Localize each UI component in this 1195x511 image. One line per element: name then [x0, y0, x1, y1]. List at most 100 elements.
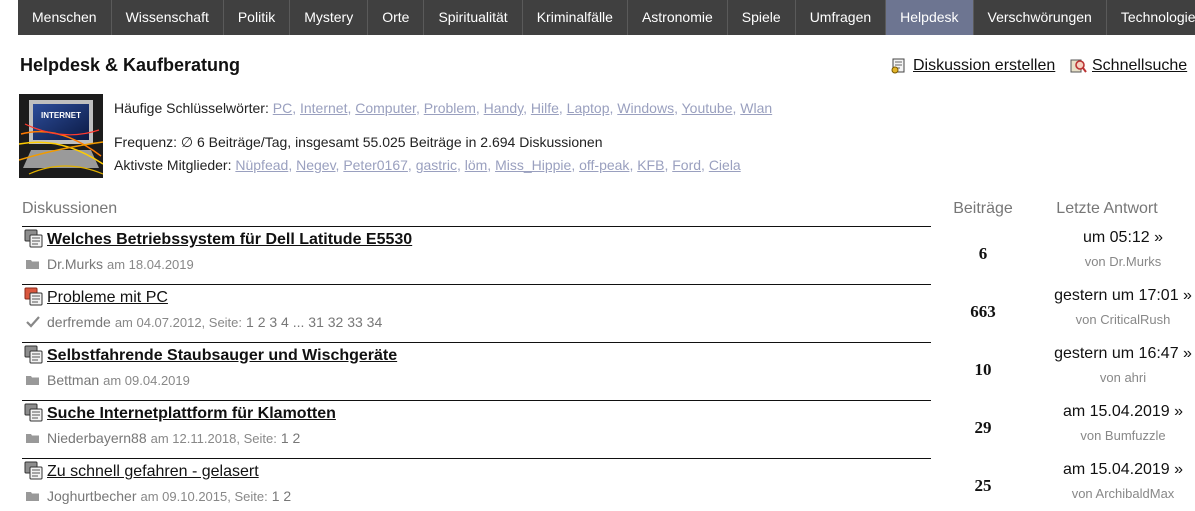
keyword-link[interactable]: Hilfe: [531, 100, 559, 116]
check-icon: [26, 316, 40, 328]
author-link[interactable]: Dr.Murks: [47, 256, 103, 272]
nav-item-spiele[interactable]: Spiele: [728, 0, 796, 35]
author-link[interactable]: Niederbayern88: [47, 430, 147, 446]
author-link[interactable]: derfremde: [47, 314, 111, 330]
nav-item-spiritualität[interactable]: Spiritualität: [424, 0, 523, 35]
start-date: am 09.04.2019: [103, 372, 190, 388]
keyword-link[interactable]: Problem: [424, 100, 476, 116]
last-reply-author[interactable]: von ArchibaldMax: [1030, 486, 1195, 501]
last-reply-link[interactable]: am 15.04.2019 »: [1030, 403, 1195, 421]
nav-item-umfragen[interactable]: Umfragen: [796, 0, 887, 35]
post-count: 10: [974, 360, 992, 379]
discussion-title-link[interactable]: Probleme mit PC: [47, 289, 168, 307]
frequency-text: Frequenz: ∅ 6 Beiträge/Tag, insgesamt 55…: [114, 134, 603, 150]
nav-item-menschen[interactable]: Menschen: [18, 0, 112, 35]
create-discussion-label: Diskussion erstellen: [913, 57, 1056, 74]
row-divider: [22, 458, 931, 459]
column-header-last-reply: Letzte Antwort: [1056, 200, 1158, 217]
discussion-meta: derfremde am 04.07.2012, Seite: 1 2 3 4 ..…: [26, 314, 382, 330]
discussion-icon: [24, 229, 44, 249]
column-header-discussions: Diskussionen: [22, 200, 118, 217]
folder-icon: [26, 432, 40, 444]
discussion-title-link[interactable]: Zu schnell gefahren - gelasert: [47, 463, 259, 481]
column-header-posts: Beiträge: [953, 200, 1013, 217]
active-members: Aktivste Mitglieder: Nüpfead, Negev, Pet…: [114, 157, 741, 173]
folder-icon: [26, 490, 40, 502]
discussion-title-link[interactable]: Selbstfahrende Staubsauger und Wischgerä…: [47, 347, 397, 365]
last-reply-link[interactable]: um 05:12 »: [1030, 229, 1195, 247]
thumbnail-text: INTERNET: [41, 111, 81, 120]
row-divider: [22, 226, 931, 227]
discussion-meta: Joghurtbecher am 09.10.2015, Seite: 1 2: [26, 488, 291, 504]
nav-item-politik[interactable]: Politik: [224, 0, 291, 35]
last-reply-author[interactable]: von ahri: [1030, 370, 1195, 385]
member-link[interactable]: Ford: [672, 157, 701, 173]
post-count: 25: [974, 476, 992, 495]
forum-thumbnail: INTERNET: [19, 94, 103, 178]
create-discussion-link[interactable]: Diskussion erstellen: [891, 57, 1055, 75]
last-reply-author[interactable]: von Dr.Murks: [1030, 254, 1195, 269]
post-count: 6: [978, 244, 988, 263]
post-count: 663: [970, 302, 996, 321]
nav-item-wissenschaft[interactable]: Wissenschaft: [112, 0, 224, 35]
nav-item-verschwörungen[interactable]: Verschwörungen: [974, 0, 1107, 35]
discussion-icon: [24, 461, 44, 481]
member-link[interactable]: Ciela: [709, 157, 741, 173]
nav-item-orte[interactable]: Orte: [368, 0, 425, 35]
nav-item-astronomie[interactable]: Astronomie: [628, 0, 728, 35]
discussion-meta: Niederbayern88 am 12.11.2018, Seite: 1 2: [26, 430, 300, 446]
member-link[interactable]: Miss_Hippie: [495, 157, 571, 173]
keyword-link[interactable]: Laptop: [567, 100, 610, 116]
last-reply-author[interactable]: von Bumfuzzle: [1030, 428, 1195, 443]
quick-search-link[interactable]: Schnellsuche: [1070, 57, 1187, 75]
discussion-row: Welches Betriebssystem für Dell Latitude…: [22, 226, 1195, 284]
start-date: am 12.11.2018, Seite:: [150, 430, 277, 446]
page-links[interactable]: 1 2 3 4 ... 31 32 33 34: [246, 314, 382, 330]
frequent-keywords: Häufige Schlüsselwörter: PC, Internet, C…: [114, 100, 773, 116]
last-reply-link[interactable]: am 15.04.2019 »: [1030, 461, 1195, 479]
last-reply-link[interactable]: gestern um 16:47 »: [1030, 345, 1195, 363]
row-divider: [22, 284, 931, 285]
member-link[interactable]: off-peak: [579, 157, 629, 173]
nav-item-helpdesk[interactable]: Helpdesk: [886, 0, 974, 35]
author-link[interactable]: Bettman: [47, 372, 99, 388]
quick-search-label: Schnellsuche: [1092, 57, 1188, 74]
keyword-link[interactable]: Windows: [617, 100, 674, 116]
keyword-link[interactable]: PC: [273, 100, 292, 116]
folder-icon: [26, 374, 40, 386]
author-link[interactable]: Joghurtbecher: [47, 488, 137, 504]
start-date: am 18.04.2019: [107, 256, 194, 272]
keyword-link[interactable]: Youtube: [682, 100, 733, 116]
last-reply-link[interactable]: gestern um 17:01 »: [1030, 287, 1195, 305]
start-date: am 09.10.2015, Seite:: [140, 488, 268, 504]
discussion-icon: [24, 345, 44, 365]
discussion-meta: Dr.Murks am 18.04.2019: [26, 256, 194, 272]
discussion-title-link[interactable]: Welches Betriebssystem für Dell Latitude…: [47, 231, 412, 249]
keyword-link[interactable]: Internet: [300, 100, 347, 116]
members-label: Aktivste Mitglieder:: [114, 157, 232, 173]
member-link[interactable]: Nüpfead: [235, 157, 288, 173]
hot-discussion-icon: [24, 287, 44, 307]
keyword-link[interactable]: Computer: [355, 100, 416, 116]
member-link[interactable]: Peter0167: [343, 157, 408, 173]
nav-item-mystery[interactable]: Mystery: [290, 0, 369, 35]
discussion-meta: Bettman am 09.04.2019: [26, 372, 190, 388]
page-links[interactable]: 1 2: [281, 430, 300, 446]
new-discussion-icon: [891, 58, 907, 74]
last-reply-author[interactable]: von CriticalRush: [1030, 312, 1195, 327]
member-link[interactable]: gastric: [416, 157, 457, 173]
keyword-link[interactable]: Wlan: [740, 100, 772, 116]
start-date: am 04.07.2012, Seite:: [114, 314, 243, 330]
keyword-link[interactable]: Handy: [484, 100, 523, 116]
folder-icon: [26, 258, 40, 270]
discussion-title-link[interactable]: Suche Internetplattform für Klamotten: [47, 405, 336, 423]
nav-item-kriminalfälle[interactable]: Kriminalfälle: [523, 0, 628, 35]
page-title: Helpdesk & Kaufberatung: [20, 55, 241, 75]
member-link[interactable]: löm: [465, 157, 488, 173]
member-link[interactable]: Negev: [296, 157, 335, 173]
page-links[interactable]: 1 2: [272, 488, 291, 504]
search-icon: [1070, 58, 1087, 74]
nav-item-technologie[interactable]: Technologie: [1107, 0, 1195, 35]
member-link[interactable]: KFB: [637, 157, 664, 173]
keywords-label: Häufige Schlüsselwörter:: [114, 100, 269, 116]
